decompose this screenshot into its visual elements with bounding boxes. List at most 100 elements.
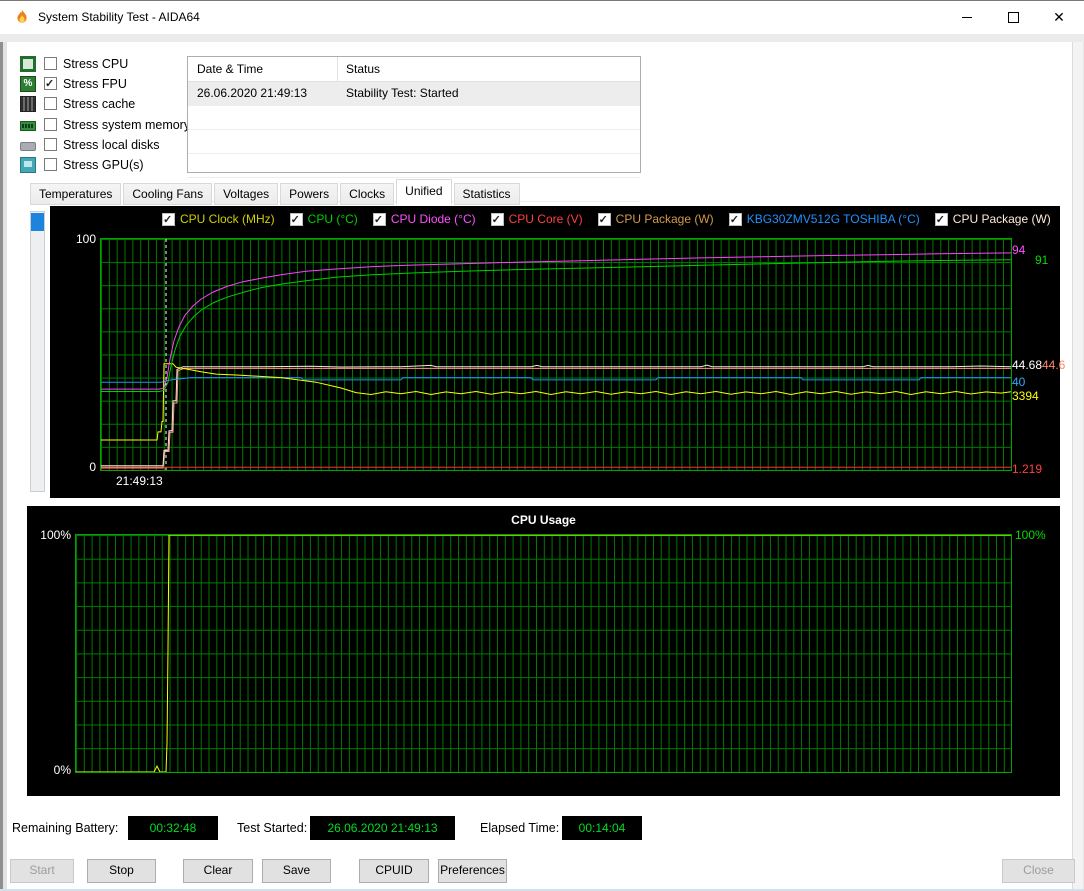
close-window-button[interactable]: ✕ xyxy=(1036,1,1082,33)
elapsed-time-label: Elapsed Time: xyxy=(480,821,560,835)
stress-option-row: Stress cache xyxy=(20,95,135,112)
chart-scale-slider[interactable] xyxy=(30,211,45,492)
cpu-usage-plot-area xyxy=(75,534,1012,773)
cpu-usage-chart: CPU Usage 100% 0% 100% xyxy=(27,506,1060,796)
clear-button[interactable]: Clear xyxy=(183,859,253,883)
hard-disk-icon xyxy=(20,142,36,151)
stress-disks-label: Stress local disks xyxy=(63,137,160,152)
minimize-button[interactable] xyxy=(944,1,990,33)
stress-memory-checkbox[interactable] xyxy=(44,118,57,131)
legend-checkbox[interactable] xyxy=(162,212,175,226)
test-started-label: Test Started: xyxy=(237,821,308,835)
stress-cache-label: Stress cache xyxy=(63,96,136,111)
legend-item-cpu-package-w[interactable]: CPU Package (W) xyxy=(597,212,714,226)
slider-thumb[interactable] xyxy=(31,213,44,231)
chart-legend: CPU Clock (MHz) CPU (°C) CPU Diode (°C) … xyxy=(162,212,1051,226)
stress-gpu-checkbox[interactable] xyxy=(44,158,57,171)
tab-unified[interactable]: Unified xyxy=(396,179,452,205)
column-header-status[interactable]: Status xyxy=(346,62,380,76)
legend-item-cpu-clock[interactable]: CPU Clock (MHz) xyxy=(162,212,275,226)
maximize-icon xyxy=(1007,11,1019,23)
tab-statistics[interactable]: Statistics xyxy=(453,183,520,205)
maximize-button[interactable] xyxy=(990,1,1036,33)
legend-item-cpu-diode[interactable]: CPU Diode (°C) xyxy=(372,212,476,226)
chart-tabs: Temperatures Cooling Fans Voltages Power… xyxy=(30,179,522,205)
value-label-cpu-package: 44.68 xyxy=(1012,358,1043,372)
y-axis-max-label: 100 xyxy=(75,232,96,246)
legend-checkbox[interactable] xyxy=(372,212,386,226)
legend-checkbox[interactable] xyxy=(728,212,742,226)
fpu-chip-icon: % xyxy=(20,75,36,92)
close-icon: ✕ xyxy=(1053,9,1065,25)
table-row[interactable]: 26.06.2020 21:49:13 Stability Test: Star… xyxy=(188,82,640,106)
legend-checkbox[interactable] xyxy=(597,212,611,226)
usage-min-label: 0% xyxy=(53,763,71,777)
stress-cpu-checkbox[interactable] xyxy=(44,57,57,70)
event-log-table[interactable]: Date & Time Status 26.06.2020 21:49:13 S… xyxy=(187,56,641,202)
elapsed-time-value: 00:14:04 xyxy=(562,816,642,840)
table-row-empty xyxy=(188,130,640,154)
aida64-flame-icon xyxy=(17,9,27,23)
cpu-usage-line xyxy=(76,535,1011,772)
start-button[interactable]: Start xyxy=(10,859,74,883)
stress-cache-checkbox[interactable] xyxy=(44,97,57,110)
legend-item-cpu-core-v[interactable]: CPU Core (V) xyxy=(490,212,583,226)
legend-item-cpu-temp[interactable]: CPU (°C) xyxy=(289,212,358,226)
save-button[interactable]: Save xyxy=(262,859,331,883)
stress-option-row: Stress system memory xyxy=(20,116,190,133)
legend-checkbox[interactable] xyxy=(289,212,303,226)
tab-temperatures[interactable]: Temperatures xyxy=(30,183,122,205)
minimize-icon xyxy=(962,16,972,18)
stress-fpu-checkbox[interactable] xyxy=(44,77,57,90)
title-bar[interactable]: System Stability Test - AIDA64 ✕ xyxy=(0,1,1084,34)
remaining-battery-value: 00:32:48 xyxy=(128,816,218,840)
stress-memory-label: Stress system memory xyxy=(63,117,191,132)
remaining-battery-label: Remaining Battery: xyxy=(12,821,119,835)
stress-option-row: Stress local disks xyxy=(20,136,160,153)
stress-disks-checkbox[interactable] xyxy=(44,138,57,151)
gpu-card-icon xyxy=(20,156,36,173)
cell-status: Stability Test: Started xyxy=(346,86,459,100)
memory-module-icon xyxy=(20,121,36,131)
tab-cooling-fans[interactable]: Cooling Fans xyxy=(123,183,213,205)
value-label-cpu-temp: 91 xyxy=(1035,253,1049,267)
window-title: System Stability Test - AIDA64 xyxy=(38,10,200,24)
stress-gpu-label: Stress GPU(s) xyxy=(63,157,144,172)
legend-item-cpu-package-w2[interactable]: CPU Package (W) xyxy=(934,212,1051,226)
legend-checkbox[interactable] xyxy=(934,212,948,226)
x-axis-time-label: 21:49:13 xyxy=(116,474,163,488)
stop-button[interactable]: Stop xyxy=(87,859,156,883)
value-label-cpu-clock: 3394 xyxy=(1012,389,1039,403)
cpu-usage-title: CPU Usage xyxy=(511,513,576,527)
unified-series-lines xyxy=(101,239,1011,470)
close-button[interactable]: Close xyxy=(1002,859,1075,883)
cpuid-button[interactable]: CPUID xyxy=(359,859,429,883)
stress-cpu-label: Stress CPU xyxy=(63,56,129,71)
unified-plot-area xyxy=(100,238,1012,471)
column-divider[interactable] xyxy=(337,57,338,81)
legend-checkbox[interactable] xyxy=(490,212,504,226)
cell-datetime: 26.06.2020 21:49:13 xyxy=(197,86,308,100)
usage-right-label: 100% xyxy=(1015,528,1046,542)
tab-powers[interactable]: Powers xyxy=(280,183,339,205)
stress-option-row: % Stress FPU xyxy=(20,75,127,92)
column-header-datetime[interactable]: Date & Time xyxy=(197,62,263,76)
value-label-cpu-package2: 44.6 xyxy=(1042,358,1066,372)
vertical-scrollbar[interactable] xyxy=(1072,34,1084,889)
stress-option-row: Stress GPU(s) xyxy=(20,156,144,173)
cache-chip-icon xyxy=(20,95,36,112)
table-row-empty xyxy=(188,106,640,130)
table-header: Date & Time Status xyxy=(188,57,640,82)
preferences-button[interactable]: Preferences xyxy=(438,859,507,883)
value-label-cpu-core-v: 1.219 xyxy=(1012,462,1043,476)
window-left-border-inner xyxy=(3,34,7,891)
stress-option-row: Stress CPU xyxy=(20,55,128,72)
legend-item-toshiba-ssd[interactable]: KBG30ZMV512G TOSHIBA (°C) xyxy=(728,212,920,226)
tab-voltages[interactable]: Voltages xyxy=(214,183,279,205)
unified-sensor-chart: CPU Clock (MHz) CPU (°C) CPU Diode (°C) … xyxy=(50,206,1065,498)
system-stability-test-window: System Stability Test - AIDA64 ✕ Stress … xyxy=(0,0,1084,891)
y-axis-min-label: 0 xyxy=(89,460,96,474)
tab-clocks[interactable]: Clocks xyxy=(340,183,395,205)
value-label-ssd-temp: 40 xyxy=(1012,375,1026,389)
titlebar-separator xyxy=(0,34,1084,42)
